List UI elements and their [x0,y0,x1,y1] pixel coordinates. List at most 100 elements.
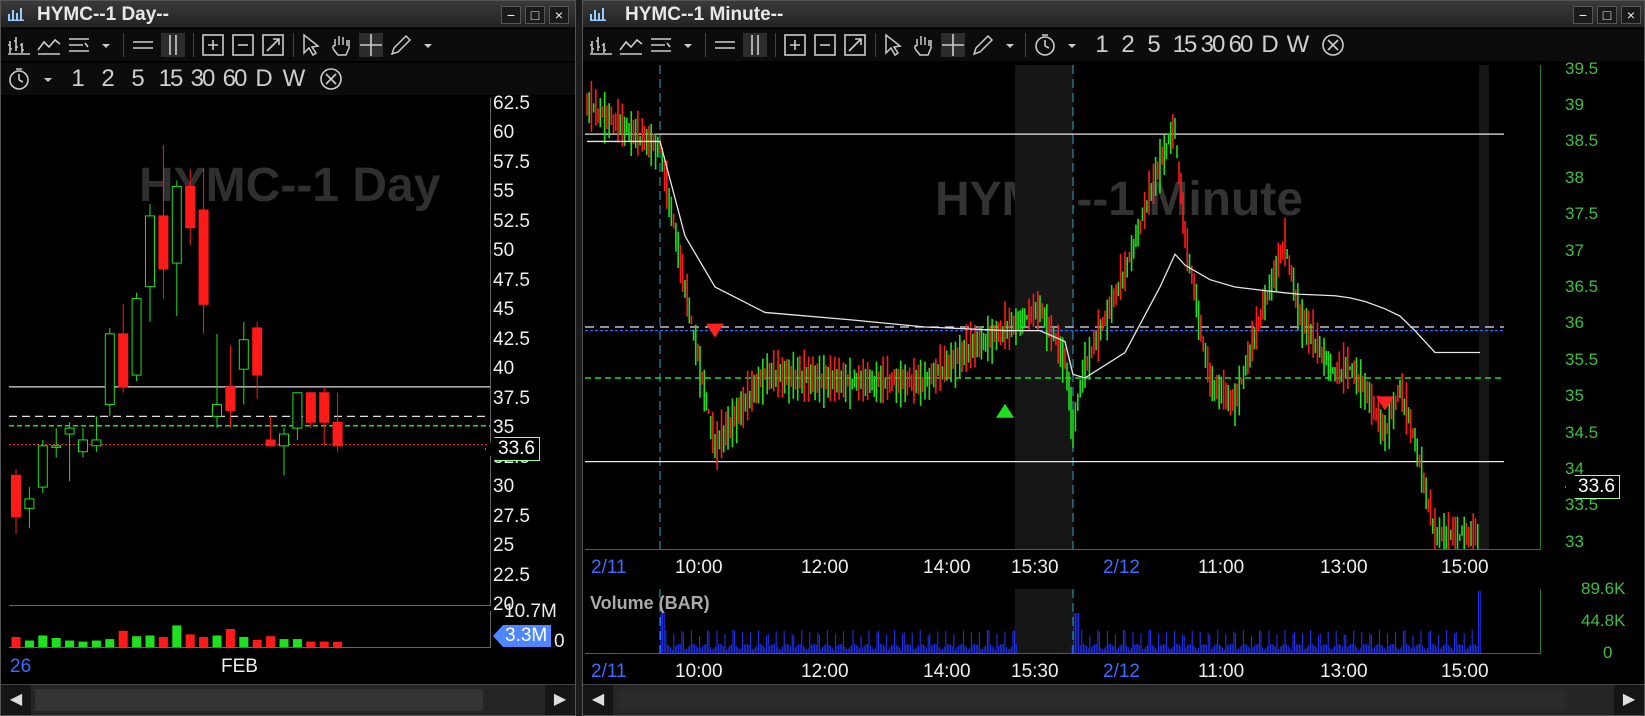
y-axis-label: 36.5 [1565,276,1599,296]
x-axis-label: 11:00 [1198,557,1245,578]
hand-icon[interactable] [329,33,353,57]
zoom-fit-icon[interactable] [843,33,867,57]
x-axis-label: 15:30 [1011,557,1059,578]
scroll-right-arrow-icon[interactable]: ▶ [1614,685,1644,715]
timeframe-60-button[interactable]: 60 [219,66,249,92]
zoom-out-icon[interactable] [231,33,255,57]
timeframe-2-button[interactable]: 2 [1117,32,1139,58]
volume-bar [185,634,195,647]
timeframe-week-button[interactable]: W [281,66,307,92]
scrollbar-thumb[interactable] [617,689,1567,711]
line-chart-icon[interactable] [37,33,61,57]
timeframe-1-button[interactable]: 1 [67,66,89,92]
timeframe-1-button[interactable]: 1 [1091,32,1113,58]
crosshair-icon[interactable] [941,33,965,57]
maximize-button[interactable]: □ [525,6,545,24]
candle-body [319,392,330,423]
timeframe-5-button[interactable]: 5 [127,66,149,92]
x-axis-label: 15:30 [1011,661,1059,682]
y-axis-label: 62.5 [493,92,530,114]
timeframe-30-button[interactable]: 30 [187,66,217,92]
candle-body [78,439,88,453]
dropdown-icon[interactable] [1065,33,1079,57]
x-axis-label: 13:00 [1320,557,1368,578]
zoom-in-icon[interactable] [201,33,225,57]
pencil-icon[interactable] [389,33,413,57]
volume-bar [239,636,249,647]
maximize-button[interactable]: □ [1597,6,1617,24]
volume-bar [91,640,101,647]
timeframe-day-button[interactable]: D [253,66,275,92]
horizontal-lines-icon[interactable] [131,33,155,57]
title-bar[interactable]: HYMC--1 Minute-- − □ × [583,1,1644,28]
indicator-list-icon[interactable] [649,33,673,57]
volume-bar [172,625,182,647]
x-axis-label: 12:00 [801,661,849,682]
daily-volume-pane[interactable] [9,611,491,648]
pointer-icon[interactable] [881,33,905,57]
minimize-button[interactable]: − [501,6,521,24]
vertical-lines-icon[interactable] [161,33,185,57]
daily-price-pane[interactable]: HYMC--1 Day [9,98,491,606]
y-axis-label: 38.5 [1565,131,1599,151]
dropdown-icon[interactable] [1003,33,1017,57]
pointer-icon[interactable] [299,33,323,57]
dropdown-icon[interactable] [41,67,55,91]
volume-bar [306,641,316,647]
scroll-left-arrow-icon[interactable]: ◀ [583,685,613,715]
scrollbar-thumb[interactable] [35,689,483,711]
horizontal-scrollbar[interactable]: ◀ ▶ [1,684,575,715]
y-axis-label: 37.5 [493,387,530,409]
timeframe-day-button[interactable]: D [1259,32,1281,58]
close-button[interactable]: × [549,6,569,24]
zoom-out-icon[interactable] [813,33,837,57]
line-chart-icon[interactable] [619,33,643,57]
cancel-circle-icon[interactable] [319,67,343,91]
x-axis-label: 2/12 [1103,661,1140,682]
timeframe-30-button[interactable]: 30 [1197,32,1227,58]
y-axis-label: 30 [493,476,515,498]
candle-body [131,297,142,376]
x-axis-label: FEB [221,656,258,677]
timeframe-60-button[interactable]: 60 [1225,32,1255,58]
cancel-circle-icon[interactable] [1321,33,1345,57]
zoom-in-icon[interactable] [783,33,807,57]
y-axis-label: 45 [493,299,515,321]
indicator-list-icon[interactable] [67,33,91,57]
crosshair-icon[interactable] [359,33,383,57]
timeframe-15-button[interactable]: 15 [1169,32,1199,58]
bar-chart-icon[interactable] [589,33,613,57]
volume-bar [333,641,343,647]
dropdown-icon[interactable] [681,33,695,57]
pencil-icon[interactable] [971,33,995,57]
horizontal-lines-icon[interactable] [713,33,737,57]
title-bar[interactable]: HYMC--1 Day-- − □ × [1,1,575,28]
y-axis-label: 27.5 [493,505,530,527]
clock-icon[interactable] [1033,33,1057,57]
minute-price-pane[interactable]: HYMC--1 Minute [585,65,1541,550]
minimize-button[interactable]: − [1573,6,1593,24]
dropdown-icon[interactable] [421,33,435,57]
daily-chart-window: HYMC--1 Day-- − □ × 1 2 5 15 30 60 D W H… [0,0,576,716]
after-hours-shade [1015,589,1073,653]
horizontal-scrollbar[interactable]: ◀ ▶ [583,684,1644,715]
y-axis-label: 37 [1565,240,1584,260]
close-button[interactable]: × [1621,6,1641,24]
timeframe-week-button[interactable]: W [1285,32,1311,58]
minute-volume-pane[interactable]: Volume (BAR) [585,589,1541,654]
timeframe-5-button[interactable]: 5 [1143,32,1165,58]
scroll-left-arrow-icon[interactable]: ◀ [1,685,31,715]
vertical-lines-icon[interactable] [743,33,767,57]
zoom-fit-icon[interactable] [261,33,285,57]
timeframe-2-button[interactable]: 2 [97,66,119,92]
clock-icon[interactable] [7,67,31,91]
timeframe-15-button[interactable]: 15 [155,66,185,92]
scroll-right-arrow-icon[interactable]: ▶ [545,685,575,715]
dropdown-icon[interactable] [99,33,113,57]
separator [775,33,776,57]
hand-icon[interactable] [911,33,935,57]
candle-body [118,333,129,388]
separator [875,33,876,57]
y-axis-label: 37.5 [1565,204,1599,224]
bar-chart-icon[interactable] [7,33,31,57]
